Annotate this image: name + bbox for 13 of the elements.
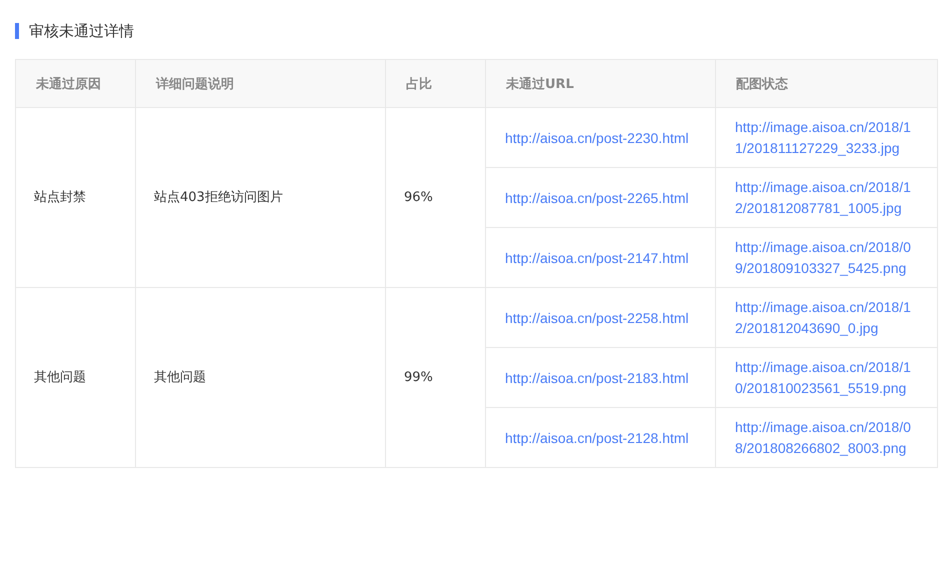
column-header: 详细问题说明	[136, 60, 386, 108]
column-header: 未通过URL	[486, 60, 716, 108]
table-cell: 96%	[386, 108, 486, 288]
table-cell: 99%	[386, 288, 486, 468]
table-cell: 站点封禁	[16, 108, 136, 288]
column-header: 配图状态	[716, 60, 938, 108]
table-cell: 站点403拒绝访问图片	[136, 108, 386, 288]
table-cell: 其他问题	[136, 288, 386, 468]
table-cell: 其他问题	[16, 288, 136, 468]
column-header: 占比	[386, 60, 486, 108]
section-title: 审核未通过详情	[29, 22, 134, 40]
accent-bar	[15, 23, 19, 39]
column-header: 未通过原因	[16, 60, 136, 108]
